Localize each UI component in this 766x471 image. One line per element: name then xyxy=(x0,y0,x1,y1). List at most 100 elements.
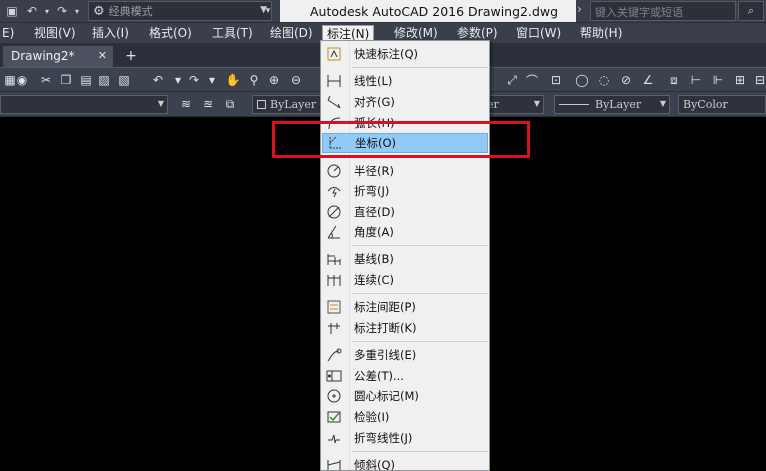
menu-window[interactable]: 窗口(W) xyxy=(512,25,565,42)
new-tab-button[interactable]: + xyxy=(122,49,140,65)
chevron-down-icon: ▼ xyxy=(157,99,164,108)
layer-match-icon[interactable]: ⧉ xyxy=(222,96,238,112)
menu-item-radius[interactable]: 半径(R) xyxy=(322,161,488,181)
zoom-window-icon[interactable]: ⊕ xyxy=(266,72,282,88)
lineweight-combo-value: ByLayer xyxy=(595,98,642,111)
menu-help[interactable]: 帮助(H) xyxy=(576,25,626,42)
dim-baseline-icon[interactable]: ⊢ xyxy=(688,72,704,88)
undo-tool-icon[interactable]: ↶ xyxy=(150,72,166,88)
zoom-previous-icon[interactable]: ⊖ xyxy=(288,72,304,88)
dim-diameter-icon[interactable]: ⊘ xyxy=(618,72,634,88)
lineweight-combo[interactable]: ByLayer ▼ xyxy=(554,95,670,114)
workspace-label: 经典模式 xyxy=(108,5,153,18)
menu-item-aligned[interactable]: 对齐(G) xyxy=(322,92,488,112)
dim-ordinate-tool-icon[interactable]: ⊡ xyxy=(548,72,564,88)
menu-view[interactable]: 视图(V) xyxy=(30,25,80,42)
menu-item-tolerance[interactable]: 公差(T)... xyxy=(322,366,488,386)
menu-item-jogged[interactable]: 折弯(J) xyxy=(322,181,488,201)
radius-icon xyxy=(322,161,346,181)
menu-item-dimension-break[interactable]: 标注打断(K) xyxy=(322,318,488,338)
menu-item-angular[interactable]: 角度(A) xyxy=(322,222,488,242)
aligned-icon xyxy=(322,92,346,112)
color-combo[interactable]: ByLayer xyxy=(252,95,322,114)
linear-icon xyxy=(322,71,346,91)
menu-item-multileader[interactable]: 多重引线(E) xyxy=(322,345,488,365)
plot-style-combo-value: ByColor xyxy=(683,98,728,111)
menu-item-oblique[interactable]: 倾斜(Q) xyxy=(322,455,488,470)
menu-item-linear[interactable]: 线性(L) xyxy=(322,71,488,91)
menu-item-diameter[interactable]: 直径(D) xyxy=(322,202,488,222)
tolerance-icon xyxy=(322,366,346,386)
chevron-down-icon: ▼ xyxy=(659,99,666,108)
dim-jogged-icon[interactable]: ◌ xyxy=(596,72,612,88)
paste-icon[interactable]: ▤ xyxy=(78,72,94,88)
menu-item-baseline[interactable]: 基线(B) xyxy=(322,249,488,269)
dim-arc-icon[interactable]: ⌒ xyxy=(524,72,540,88)
undo-list-icon[interactable]: ▾ xyxy=(170,72,186,88)
menu-draw[interactable]: 绘图(D) xyxy=(266,25,317,42)
zoom-realtime-icon[interactable]: ⚲ xyxy=(246,72,262,88)
menu-insert[interactable]: 插入(I) xyxy=(88,25,133,42)
dim-ordinate-icon[interactable]: ⤢ xyxy=(504,72,520,88)
oblique-icon xyxy=(322,455,346,470)
baseline-icon xyxy=(322,249,346,269)
undo-dropdown-icon[interactable]: ▾ xyxy=(42,2,52,20)
center-mark-icon xyxy=(322,386,346,406)
gear-icon: ⚙ xyxy=(93,3,105,19)
menu-item-jogged-linear[interactable]: 折弯线性(J) xyxy=(322,428,488,448)
linetype-combo[interactable]: er ▼ xyxy=(482,95,544,114)
jogged-linear-icon xyxy=(322,428,346,448)
dim-angular-icon[interactable]: ∠ xyxy=(640,72,656,88)
layer-states-icon[interactable]: ≋ xyxy=(178,96,194,112)
tab-drawing2[interactable]: Drawing2* ✕ xyxy=(3,46,113,67)
search-icon[interactable]: ⌕ xyxy=(738,1,764,21)
chevron-down-icon: ▼ xyxy=(533,99,540,108)
cut-icon[interactable]: ✂ xyxy=(38,72,54,88)
workspace-selector[interactable]: ⚙ 经典模式 ▼ xyxy=(88,1,272,21)
redo-list-icon[interactable]: ▾ xyxy=(204,72,220,88)
annotation-highlight-box xyxy=(272,121,530,158)
line-sample xyxy=(559,104,589,105)
save-icon[interactable]: ▣ xyxy=(2,2,22,20)
publish-icon[interactable]: ◉ xyxy=(14,72,30,88)
color-swatch xyxy=(257,100,266,109)
window-title: Autodesk AutoCAD 2016 Drawing2.dwg xyxy=(280,0,576,22)
menu-separator xyxy=(352,245,488,246)
layer-combo-left[interactable]: ▼ xyxy=(0,95,168,114)
menu-item-dimension-space[interactable]: 标注间距(P) xyxy=(322,297,488,317)
search-input[interactable]: 键入关键字或短语 xyxy=(590,1,736,21)
dim-continue-icon[interactable]: ⊩ xyxy=(710,72,726,88)
menu-format[interactable]: 格式(O) xyxy=(145,25,196,42)
customize-dropdown-icon[interactable]: ▾ xyxy=(258,2,278,20)
dimension-break-icon xyxy=(322,318,346,338)
angular-icon xyxy=(322,222,346,242)
undo-icon[interactable]: ↶ xyxy=(22,2,42,20)
match-properties-icon[interactable]: ▨ xyxy=(96,72,112,88)
quick-dim-icon[interactable]: ⧈ xyxy=(666,72,682,88)
redo-dropdown-icon[interactable]: ▾ xyxy=(72,2,82,20)
menu-separator xyxy=(352,67,488,68)
jogged-icon xyxy=(322,181,346,201)
menu-separator xyxy=(352,451,488,452)
title-arrow-icon: › xyxy=(577,2,582,16)
redo-tool-icon[interactable]: ↷ xyxy=(186,72,202,88)
quick-access-toolbar: ▣ ↶ ▾ ↷ ▾ xyxy=(2,2,82,20)
menu-item-center-mark[interactable]: 圆心标记(M) xyxy=(322,386,488,406)
menu-item-continue[interactable]: 连续(C) xyxy=(322,270,488,290)
menu-item-quick-dimension[interactable]: 快速标注(Q) xyxy=(322,44,488,64)
plot-style-combo[interactable]: ByColor xyxy=(678,95,766,114)
close-icon[interactable]: ✕ xyxy=(98,49,107,62)
menu-item-inspection[interactable]: 检验(I) xyxy=(322,407,488,427)
dimension-space-icon xyxy=(322,297,346,317)
pan-icon[interactable]: ✋ xyxy=(225,72,241,88)
copy-icon[interactable]: ❐ xyxy=(58,72,74,88)
block-editor-icon[interactable]: ▧ xyxy=(116,72,132,88)
layer-previous-icon[interactable]: ≊ xyxy=(200,96,216,112)
menu-edit[interactable]: E) xyxy=(0,25,18,42)
dim-break-icon[interactable]: ⊟ xyxy=(752,72,766,88)
menu-tools[interactable]: 工具(T) xyxy=(208,25,257,42)
dim-space-icon[interactable]: ⊞ xyxy=(732,72,748,88)
redo-icon[interactable]: ↷ xyxy=(52,2,72,20)
dimension-menu: 快速标注(Q) 线性(L) 对齐(G) 弧长(H) 坐标(O) 半径(R) 折弯… xyxy=(320,40,490,471)
dim-radius-icon[interactable]: ◯ xyxy=(574,72,590,88)
